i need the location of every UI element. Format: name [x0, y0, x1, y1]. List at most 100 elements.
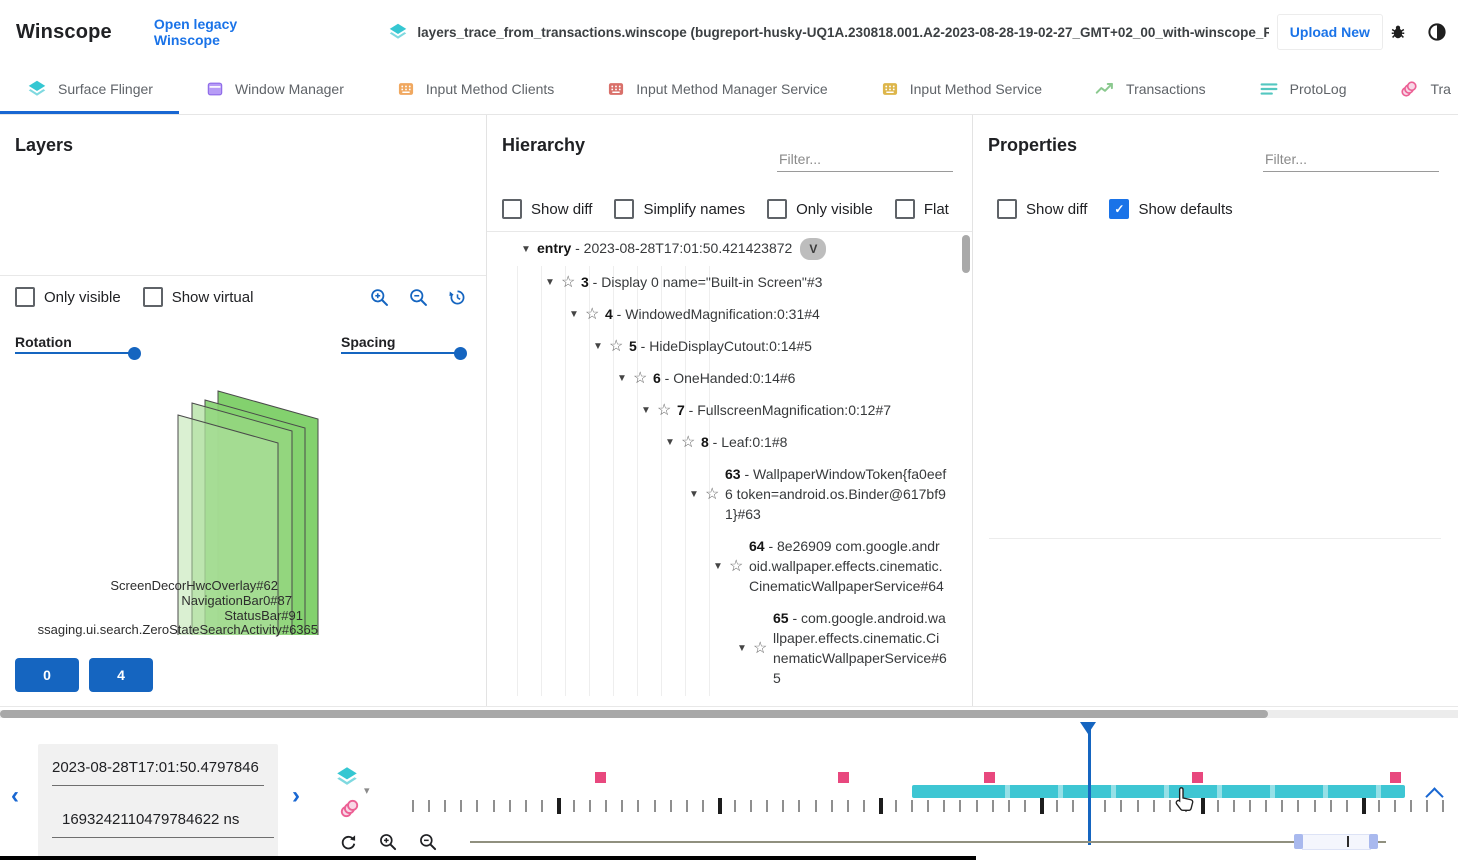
refresh-zoom-icon[interactable] [338, 832, 358, 852]
timeline-cursor[interactable] [1088, 722, 1091, 845]
checkbox-only-visible[interactable]: Only visible [767, 199, 873, 219]
ruler-tick [815, 800, 817, 812]
tab-label: ProtoLog [1290, 81, 1347, 97]
timestamp-ns-input[interactable] [52, 796, 274, 838]
ruler-tick [750, 800, 752, 812]
layer-label: ScreenDecorHwcOverlay#62 [110, 578, 278, 593]
ruler-tick [509, 800, 511, 812]
checkbox-simplify-names[interactable]: Simplify names [614, 199, 745, 219]
tab-input-method-clients[interactable]: Input Method Clients [370, 64, 580, 114]
tree-node[interactable]: ▼☆7 - FullscreenMagnification:0:12#7 [487, 394, 973, 426]
dark-mode-icon[interactable] [1421, 15, 1452, 49]
tab-input-method-service[interactable]: Input Method Service [854, 64, 1068, 114]
transition-marker[interactable] [1192, 772, 1203, 783]
expand-caret-icon[interactable]: ▼ [521, 244, 537, 255]
ruler-tick [654, 800, 656, 812]
properties-filter-input[interactable] [1263, 147, 1439, 172]
circles-icon [1398, 78, 1420, 100]
star-icon[interactable]: ☆ [585, 304, 605, 324]
checkbox-show-diff[interactable]: Show diff [997, 199, 1087, 219]
loaded-file-name: layers_trace_from_transactions.winscope … [417, 25, 1268, 40]
next-entry-button[interactable]: › [292, 784, 300, 808]
tab-tra[interactable]: Tra [1372, 64, 1458, 114]
curr-root-id-button[interactable]: 0 [15, 658, 79, 692]
tab-protolog[interactable]: ProtoLog [1232, 64, 1373, 114]
tab-surface-flinger[interactable]: Surface Flinger [0, 64, 179, 114]
ruler-tick [1346, 800, 1348, 812]
zoom-range-handle-left[interactable] [1294, 834, 1303, 849]
transition-marker[interactable] [838, 772, 849, 783]
transition-marker[interactable] [984, 772, 995, 783]
timeline-zoom-out-icon[interactable] [418, 832, 438, 852]
tree-node-label: 5 - HideDisplayCutout:0:14#5 [629, 336, 812, 356]
trace-tab-bar: Surface FlingerWindow ManagerInput Metho… [0, 64, 1458, 115]
expand-caret-icon[interactable]: ▼ [737, 643, 753, 654]
transition-marker[interactable] [595, 772, 606, 783]
tree-node[interactable]: ▼☆64 - 8e26909 com.google.android.wallpa… [487, 530, 973, 602]
expand-caret-icon[interactable]: ▼ [593, 341, 609, 352]
timeline-scrollbar-thumb[interactable] [0, 710, 1268, 718]
tree-node[interactable]: ▼entry - 2023-08-28T17:01:50.421423872V [487, 232, 973, 266]
star-icon[interactable]: ☆ [681, 432, 701, 452]
checkbox-icon [614, 199, 634, 219]
checkbox-label: Show defaults [1138, 201, 1232, 218]
ruler-tick [702, 800, 704, 812]
tree-node-label: 7 - FullscreenMagnification:0:12#7 [677, 400, 891, 420]
transitions-trace-icon[interactable] [337, 796, 362, 821]
tab-label: Transactions [1126, 81, 1206, 97]
star-icon[interactable]: ☆ [753, 638, 773, 658]
star-icon[interactable]: ☆ [633, 368, 653, 388]
expand-caret-icon[interactable]: ▼ [713, 561, 729, 572]
tree-node[interactable]: ▼☆6 - OneHanded:0:14#6 [487, 362, 973, 394]
zoom-range-handle-right[interactable] [1369, 834, 1378, 849]
tree-node[interactable]: ▼☆3 - Display 0 name="Built-in Screen"#3 [487, 266, 973, 298]
ruler-tick [1314, 800, 1316, 812]
timestamp-ns-field [38, 796, 278, 838]
checkbox-label: Simplify names [643, 201, 745, 218]
expand-caret-icon[interactable]: ▼ [545, 277, 561, 288]
hierarchy-filter-input[interactable] [777, 147, 953, 172]
upload-new-button[interactable]: Upload New [1277, 14, 1383, 50]
report-bug-icon[interactable] [1383, 15, 1414, 49]
tree-node[interactable]: ▼☆5 - HideDisplayCutout:0:14#5 [487, 330, 973, 362]
tab-window-manager[interactable]: Window Manager [179, 64, 370, 114]
prev-entry-button[interactable]: ‹ [11, 784, 19, 808]
star-icon[interactable]: ☆ [561, 272, 581, 292]
tab-input-method-manager-service[interactable]: Input Method Manager Service [580, 64, 853, 114]
tab-transactions[interactable]: Transactions [1068, 64, 1232, 114]
curr-entry-id-button[interactable]: 4 [89, 658, 153, 692]
collapse-timeline-icon[interactable] [1425, 787, 1443, 805]
star-icon[interactable]: ☆ [657, 400, 677, 420]
checkbox-show-defaults[interactable]: ✓Show defaults [1109, 199, 1232, 219]
expand-caret-icon[interactable]: ▼ [665, 437, 681, 448]
transition-marker[interactable] [1390, 772, 1401, 783]
tree-node[interactable]: ▼☆4 - WindowedMagnification:0:31#4 [487, 298, 973, 330]
tree-node[interactable]: ▼☆65 - com.google.android.wallpaper.effe… [487, 602, 973, 694]
checkbox-flat[interactable]: Flat [895, 199, 949, 219]
ruler-tick [798, 800, 800, 812]
surface-flinger-trace-icon[interactable] [334, 764, 360, 790]
zoom-range-track[interactable] [470, 841, 1386, 843]
expand-caret-icon[interactable]: ▼ [689, 489, 705, 500]
star-icon[interactable]: ☆ [705, 484, 725, 504]
star-icon[interactable]: ☆ [609, 336, 629, 356]
star-icon[interactable]: ☆ [729, 556, 749, 576]
ruler-tick [734, 800, 736, 812]
sf-trace-range-bar[interactable] [912, 785, 1405, 798]
expand-caret-icon[interactable]: ▼ [641, 405, 657, 416]
checkbox-show-diff[interactable]: Show diff [502, 199, 592, 219]
trace-select-caret-icon[interactable]: ▾ [364, 784, 370, 797]
tree-node[interactable]: ▼☆8 - Leaf:0:1#8 [487, 426, 973, 458]
expand-caret-icon[interactable]: ▼ [617, 373, 633, 384]
ruler-tick [1281, 800, 1283, 812]
expand-caret-icon[interactable]: ▼ [569, 309, 585, 320]
zoom-range-selection[interactable] [1302, 834, 1371, 850]
ruler-tick [943, 800, 945, 812]
ruler-tick [782, 800, 784, 812]
ruler-tick [1169, 800, 1171, 812]
open-legacy-link[interactable]: Open legacy Winscope [154, 16, 292, 48]
tree-node[interactable]: ▼☆63 - WallpaperWindowToken{fa0eef6 toke… [487, 458, 973, 530]
hierarchy-scrollbar[interactable] [962, 235, 970, 273]
timestamp-human-input[interactable] [52, 744, 264, 786]
timeline-zoom-in-icon[interactable] [378, 832, 398, 852]
